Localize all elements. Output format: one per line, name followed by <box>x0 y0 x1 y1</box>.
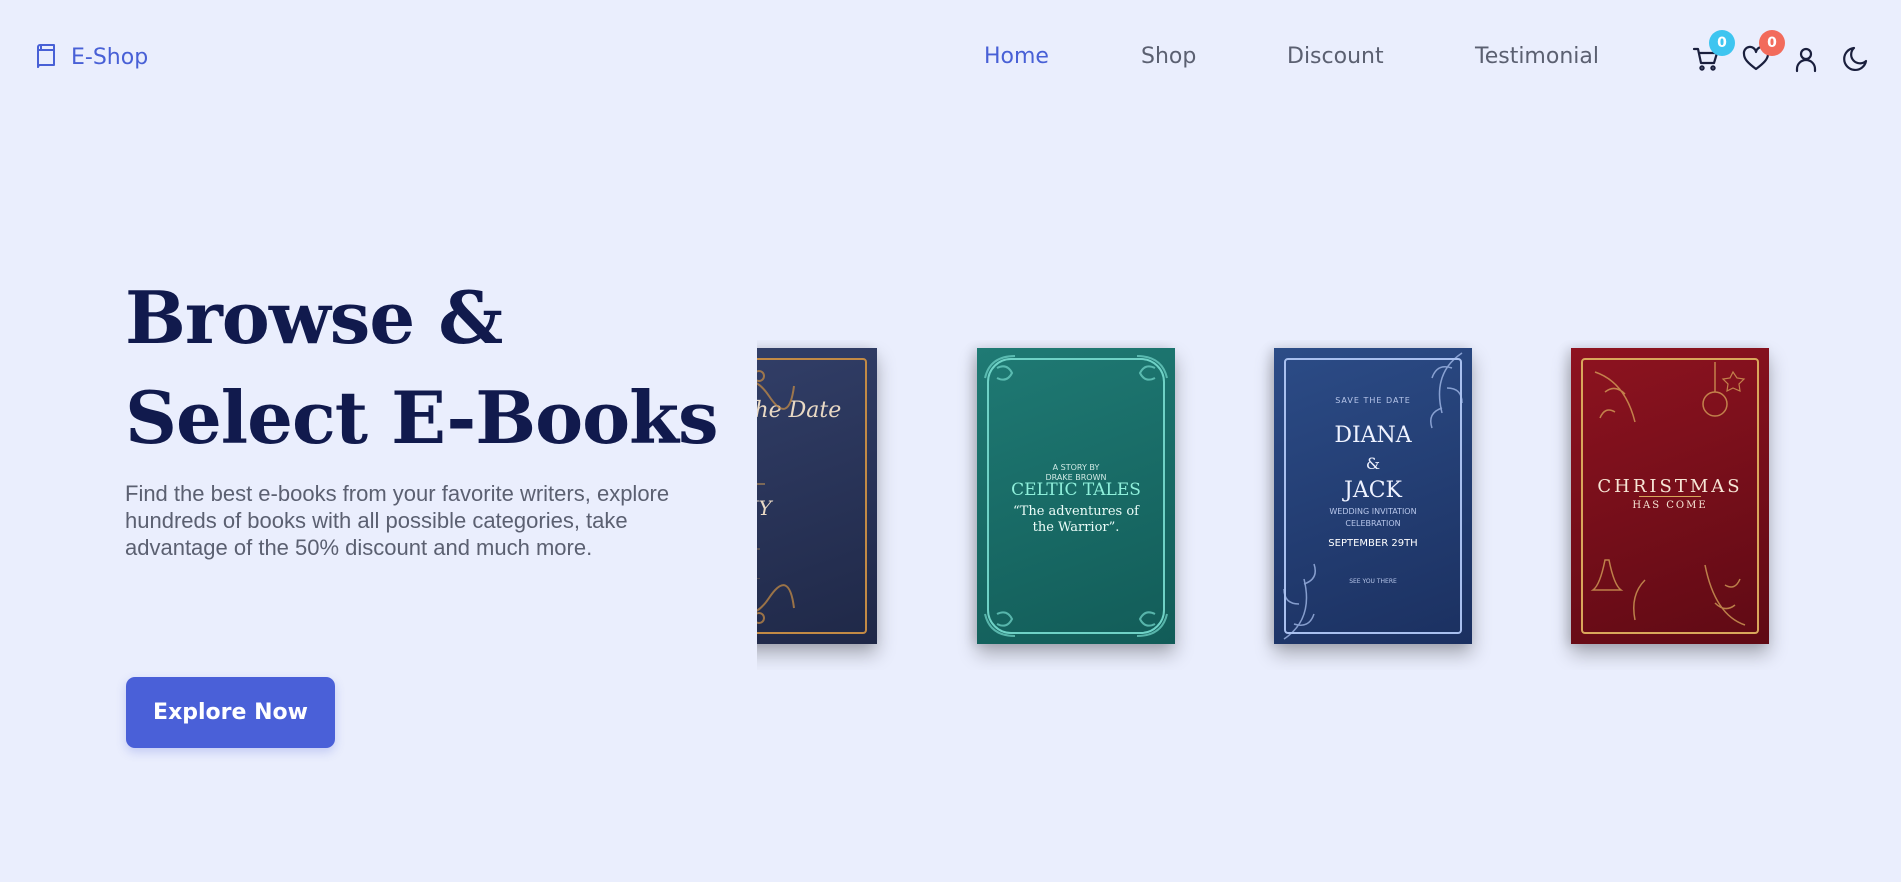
ornament-icon <box>1136 355 1168 381</box>
cover-names: DIANA & JACK <box>1274 422 1472 504</box>
book-cover-celtic-tales[interactable]: A STORY BY DRAKE BROWN CELTIC TALES “The… <box>977 348 1175 644</box>
cover-byline-label: A STORY BY <box>1052 463 1100 472</box>
book-carousel[interactable]: Save the Date & TONY A STORY BY <box>757 340 1901 670</box>
book-cover-christmas[interactable]: CHRISTMAS HAS COME <box>1571 348 1769 644</box>
hero-title-line-2: Select E-Books <box>125 375 719 460</box>
ornament-icon <box>984 355 1016 381</box>
hero-title: Browse & Select E-Books <box>125 268 765 468</box>
cover-names: & TONY <box>757 496 772 520</box>
holly-icon <box>1594 371 1636 423</box>
wishlist-count-badge: 0 <box>1759 30 1785 56</box>
wishlist-button[interactable]: 0 <box>1741 30 1785 74</box>
hero-description: Find the best e-books from your favorite… <box>125 481 670 560</box>
cover-divider <box>757 548 760 550</box>
cover-divider <box>1639 496 1701 497</box>
cover-invitation-line-1: WEDDING INVITATION <box>1329 507 1417 516</box>
book-cover-save-the-date[interactable]: Save the Date & TONY <box>757 348 877 644</box>
theme-toggle-button[interactable] <box>1841 44 1871 74</box>
cover-see-you: SEE YOU THERE <box>1349 578 1397 585</box>
cart-button[interactable]: 0 <box>1691 30 1735 74</box>
cover-title: CHRISTMAS <box>1597 476 1743 497</box>
cover-date: SEPTEMBER 29TH <box>1328 538 1418 549</box>
book-cover-diana-jack[interactable]: SAVE THE DATE DIANA & JACK WEDDING INVIT… <box>1274 348 1472 644</box>
ornament-ball-icon <box>1702 362 1746 417</box>
cover-save-the-date: SAVE THE DATE <box>1335 396 1411 405</box>
user-icon <box>1795 47 1817 73</box>
nav-discount[interactable]: Discount <box>1287 44 1384 69</box>
cover-name-2: JACK <box>1344 478 1402 503</box>
ornament-icon <box>757 584 795 624</box>
main-nav: Home Shop Discount Testimonial <box>0 44 1901 74</box>
ornament-icon <box>984 611 1016 637</box>
moon-icon <box>1843 46 1868 71</box>
cover-ampersand: & <box>1365 454 1381 473</box>
hero-title-line-1: Browse & <box>125 275 503 360</box>
explore-now-button[interactable]: Explore Now <box>126 677 335 748</box>
cart-count-badge: 0 <box>1709 30 1735 56</box>
account-button[interactable] <box>1791 44 1821 74</box>
nav-home[interactable]: Home <box>984 44 1049 69</box>
cover-title: CELTIC TALES <box>1011 480 1141 500</box>
bell-icon <box>1590 559 1646 621</box>
cover-invitation-line-2: CELEBRATION <box>1345 519 1401 528</box>
ornament-icon <box>757 370 795 410</box>
site-header: E-Shop Home Shop Discount Testimonial 0 … <box>0 0 1901 116</box>
ornament-icon <box>1136 611 1168 637</box>
cover-subtitle: HAS COME <box>1632 500 1708 511</box>
cover-subtitle: “The adventures of the Warrior”. <box>1013 504 1139 535</box>
cover-invitation: WEDDING INVITATION CELEBRATION <box>1274 506 1472 530</box>
nav-testimonial[interactable]: Testimonial <box>1475 44 1599 69</box>
cover-name-1: DIANA <box>1334 423 1412 448</box>
cover-divider <box>757 483 765 485</box>
holly-icon <box>1704 564 1746 626</box>
nav-shop[interactable]: Shop <box>1141 44 1196 69</box>
